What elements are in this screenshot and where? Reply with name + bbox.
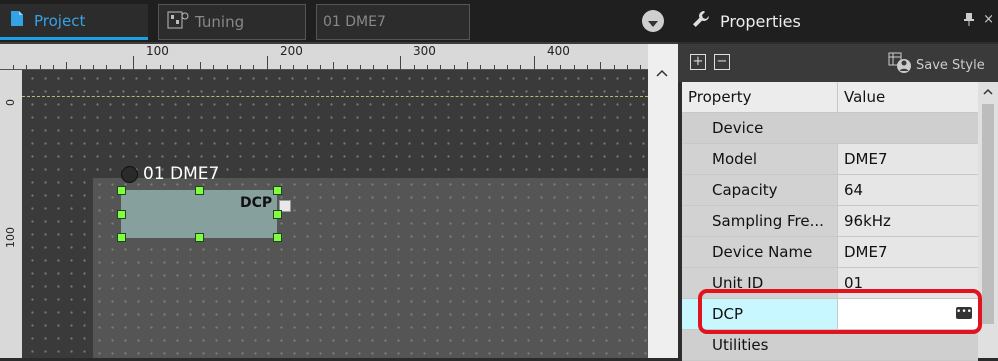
save-style-icon <box>888 52 912 78</box>
ruler-label: 300 <box>413 44 436 58</box>
property-row-sampling-frequency[interactable]: Sampling Fre... 96kHz <box>682 206 978 237</box>
property-row-device-name[interactable]: Device Name DME7 <box>682 237 978 268</box>
property-name: Sampling Fre... <box>682 206 838 236</box>
scroll-up-icon[interactable] <box>983 84 993 98</box>
vertical-ruler: 0 100 <box>0 70 22 358</box>
annotation-highlight-box <box>698 289 982 334</box>
canvas-guide-line <box>22 96 648 97</box>
ruler-label: 100 <box>146 44 169 58</box>
column-header-property[interactable]: Property <box>682 82 838 112</box>
properties-header: Properties × <box>678 0 998 42</box>
scrollbar-thumb[interactable] <box>982 104 994 324</box>
canvas-vertical-scrollbar[interactable] <box>648 44 678 358</box>
dcp-port-label: DCP <box>240 195 273 211</box>
project-icon <box>10 10 24 31</box>
resize-handle[interactable] <box>195 186 204 195</box>
resize-handle[interactable] <box>117 186 126 195</box>
expand-all-icon[interactable]: + <box>690 54 706 70</box>
property-value: 96kHz <box>844 212 891 230</box>
scroll-up-icon[interactable] <box>656 66 668 81</box>
tab-label: Tuning <box>195 13 245 31</box>
resize-handle[interactable] <box>273 186 282 195</box>
property-value[interactable]: DME7 <box>838 237 978 267</box>
wrench-icon <box>692 10 710 32</box>
ruler-label: 200 <box>280 44 303 58</box>
tab-label: Project <box>34 11 86 30</box>
save-style-label: Save Style <box>916 57 985 73</box>
category-label: Device <box>712 119 764 137</box>
project-designer: Project Tuning 01 DME7 100 200 300 400 0… <box>0 0 678 358</box>
resize-handle[interactable] <box>273 233 282 242</box>
column-header-value[interactable]: Value <box>838 82 978 112</box>
tuning-icon <box>167 11 189 33</box>
close-icon[interactable]: × <box>983 12 994 27</box>
ruler-label: 400 <box>547 44 570 58</box>
dropdown-chevron-icon <box>648 12 658 31</box>
resize-handle[interactable] <box>273 210 282 219</box>
category-label: Utilities <box>712 336 769 354</box>
properties-toolbar: + − Save Style <box>678 44 998 82</box>
device-title-label: 01 DME7 <box>143 164 220 184</box>
property-row-model[interactable]: Model DME7 <box>682 144 978 175</box>
category-device[interactable]: Device <box>682 113 978 144</box>
ruler-label: 100 <box>4 227 17 248</box>
tab-label: 01 DME7 <box>323 14 386 30</box>
document-tabs: Project Tuning 01 DME7 <box>0 0 678 42</box>
property-name: Capacity <box>682 175 838 205</box>
property-grid-header: Property Value <box>682 82 978 113</box>
tab-list-dropdown[interactable] <box>642 10 664 32</box>
tab-project[interactable]: Project <box>0 4 148 40</box>
property-row-capacity[interactable]: Capacity 64 <box>682 175 978 206</box>
device-status-indicator <box>121 165 138 183</box>
pin-icon[interactable] <box>964 12 974 30</box>
ruler-label: 0 <box>4 99 17 106</box>
device-component-title: 01 DME7 <box>121 164 219 184</box>
property-name: Model <box>682 144 838 174</box>
tab-device-01-dme7[interactable]: 01 DME7 <box>316 4 470 40</box>
horizontal-ruler: 100 200 300 400 <box>0 44 648 70</box>
property-name: Device Name <box>682 237 838 267</box>
tab-tuning[interactable]: Tuning <box>158 4 306 40</box>
save-style-button[interactable]: Save Style <box>888 52 985 78</box>
resize-handle[interactable] <box>117 233 126 242</box>
property-value: 64 <box>844 181 864 199</box>
resize-handle[interactable] <box>195 233 204 242</box>
collapse-all-icon[interactable]: − <box>714 54 730 70</box>
resize-handle[interactable] <box>117 210 126 219</box>
properties-title: Properties <box>720 11 801 31</box>
property-value: DME7 <box>844 150 888 168</box>
category-utilities[interactable]: Utilities <box>682 330 978 361</box>
